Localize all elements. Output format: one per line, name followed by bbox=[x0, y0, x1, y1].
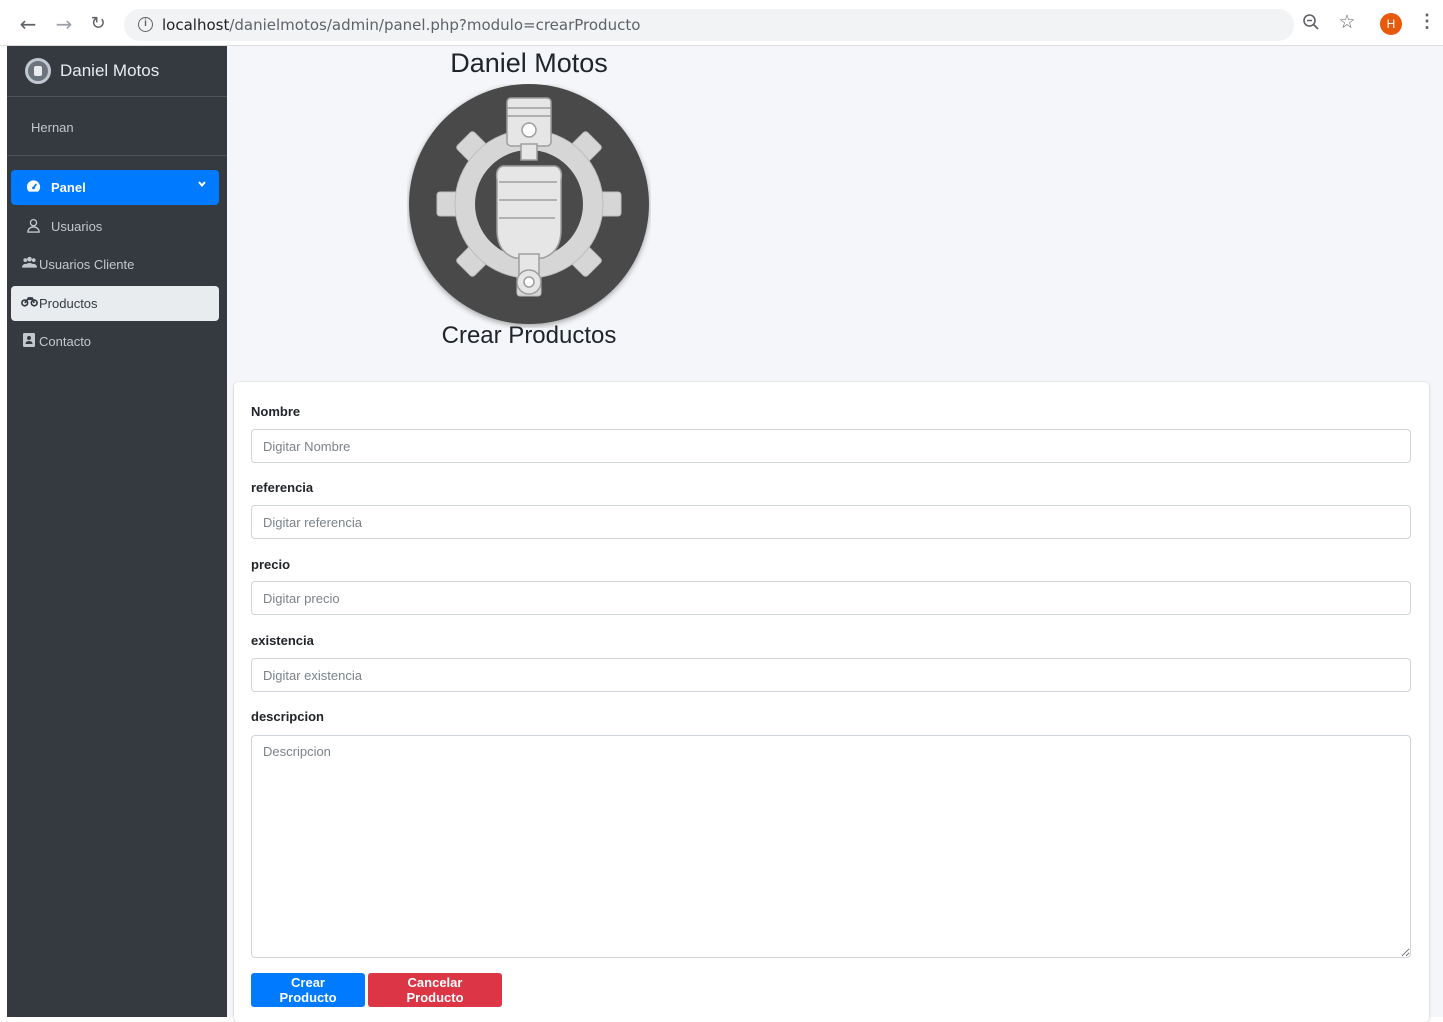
create-product-form: Nombre referencia precio existencia desc… bbox=[234, 382, 1429, 1022]
info-icon[interactable]: i bbox=[138, 17, 153, 32]
user-name[interactable]: Hernan bbox=[31, 120, 74, 135]
browser-toolbar: ← → ↻ i localhost/danielmotos/admin/pane… bbox=[0, 0, 1443, 46]
sidebar-item-label: Contacto bbox=[39, 334, 92, 349]
sidebar-item-label: Productos bbox=[39, 296, 98, 311]
profile-avatar[interactable]: H bbox=[1380, 13, 1402, 35]
nombre-label: Nombre bbox=[251, 404, 301, 419]
descripcion-textarea[interactable] bbox=[251, 735, 1411, 958]
precio-label: precio bbox=[251, 557, 291, 572]
tachometer-icon bbox=[25, 179, 41, 195]
bookmark-star-icon[interactable]: ☆ bbox=[1336, 11, 1358, 33]
existencia-input[interactable] bbox=[251, 658, 1411, 692]
existencia-label: existencia bbox=[251, 633, 314, 648]
sidebar-item-label: Usuarios Cliente bbox=[39, 257, 135, 272]
zoom-out-icon[interactable] bbox=[1300, 13, 1322, 35]
brand-link[interactable]: Daniel Motos bbox=[7, 46, 227, 97]
crear-producto-button[interactable]: Crear Producto bbox=[251, 973, 365, 1007]
motorcycle-icon bbox=[21, 295, 38, 311]
brand-text: Daniel Motos bbox=[60, 61, 160, 80]
gear-piston-logo-icon bbox=[407, 84, 651, 328]
referencia-label: referencia bbox=[251, 480, 314, 495]
sidebar: Daniel Motos Hernan Panel Usuarios Usuar… bbox=[7, 46, 227, 1017]
sidebar-item-label: Panel bbox=[51, 180, 86, 195]
sidebar-item-usuarios-cliente[interactable]: Usuarios Cliente bbox=[11, 247, 219, 282]
precio-input[interactable] bbox=[251, 581, 1411, 615]
main-content: Daniel Motos Crear Productos Nombre Digi… bbox=[227, 46, 1443, 1022]
site-title: Daniel Motos bbox=[450, 48, 608, 78]
cancelar-producto-button[interactable]: Cancelar Producto bbox=[368, 973, 502, 1007]
sidebar-item-panel[interactable]: Panel bbox=[11, 170, 219, 205]
user-panel: Hernan bbox=[7, 97, 227, 156]
user-icon bbox=[25, 218, 41, 234]
reload-icon[interactable]: ↻ bbox=[86, 11, 110, 37]
forward-arrow-icon[interactable]: → bbox=[52, 11, 76, 37]
url-text[interactable]: localhost/danielmotos/admin/panel.php?mo… bbox=[162, 16, 640, 34]
address-bar[interactable]: i localhost/danielmotos/admin/panel.php?… bbox=[124, 9, 1294, 41]
url-path: /danielmotos/admin/panel.php?modulo=crea… bbox=[229, 16, 641, 34]
descripcion-label: descripcion bbox=[251, 709, 324, 724]
tab-strip bbox=[0, 0, 1443, 5]
nombre-input[interactable] bbox=[251, 429, 1411, 463]
brand-logo-icon bbox=[25, 58, 51, 84]
sidebar-item-contacto[interactable]: Contacto bbox=[11, 324, 219, 359]
sidebar-item-productos[interactable]: Productos bbox=[11, 286, 219, 321]
referencia-input[interactable] bbox=[251, 505, 1411, 539]
sidebar-item-label: Usuarios bbox=[51, 219, 103, 234]
page-title: Crear Productos bbox=[441, 322, 617, 349]
kebab-menu-icon[interactable]: ⋮ bbox=[1418, 11, 1436, 37]
address-card-icon bbox=[21, 333, 37, 349]
chevron-down-icon bbox=[197, 178, 207, 192]
users-icon bbox=[21, 256, 37, 272]
sidebar-item-usuarios[interactable]: Usuarios bbox=[11, 209, 219, 244]
back-arrow-icon[interactable]: ← bbox=[16, 11, 40, 37]
url-host: localhost bbox=[162, 16, 230, 34]
